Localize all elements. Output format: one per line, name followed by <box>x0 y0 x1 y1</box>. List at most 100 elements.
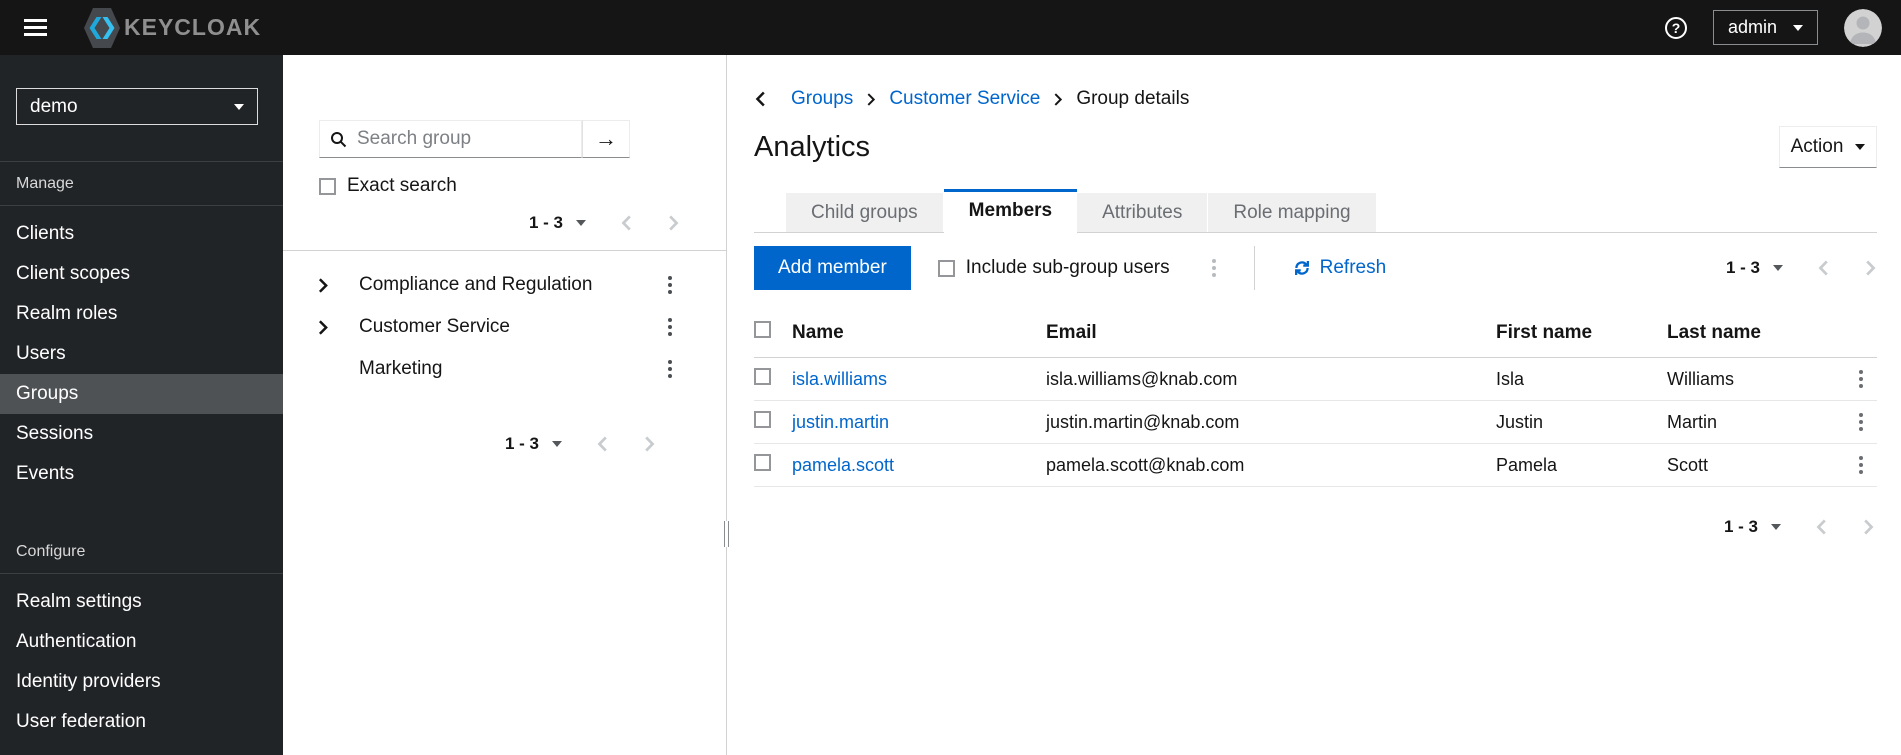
breadcrumb-link-groups[interactable]: Groups <box>791 88 853 110</box>
search-submit-button[interactable]: → <box>582 120 630 158</box>
panel-resize-handle[interactable] <box>721 521 731 547</box>
title-row: Analytics Action <box>754 126 1877 168</box>
expand-chevron-icon[interactable] <box>317 319 337 335</box>
pagination-menu-toggle[interactable] <box>1771 524 1781 530</box>
kebab-menu-icon[interactable] <box>662 272 678 298</box>
sidebar-item-realm-settings[interactable]: Realm settings <box>0 582 283 622</box>
pagination-prev-button[interactable] <box>620 215 633 231</box>
sidebar-item-authentication[interactable]: Authentication <box>0 622 283 662</box>
table-row: justin.martin justin.martin@knab.com Jus… <box>754 400 1877 444</box>
sidebar-item-client-scopes[interactable]: Client scopes <box>0 254 283 294</box>
arrow-right-icon: → <box>595 126 617 151</box>
manage-nav-list: Clients Client scopes Realm roles Users … <box>0 206 283 502</box>
pagination-menu-toggle[interactable] <box>1773 265 1783 271</box>
pagination-next-button[interactable] <box>1864 260 1877 276</box>
chevron-right-icon <box>1053 92 1063 106</box>
chevron-down-icon <box>552 441 562 447</box>
row-checkbox[interactable] <box>754 454 771 471</box>
pagination-next-button[interactable] <box>667 215 680 231</box>
exact-search-checkbox[interactable] <box>319 177 336 195</box>
keycloak-logo[interactable]: KEYCLOAK <box>83 7 261 49</box>
sidebar-item-clients[interactable]: Clients <box>0 214 283 254</box>
group-tree-panel: → Exact search 1 - 3 <box>283 55 731 755</box>
keycloak-logo-icon <box>83 7 121 49</box>
user-menu-dropdown[interactable]: admin <box>1712 10 1818 45</box>
members-table: Name Email First name Last name isla.wil… <box>754 313 1877 487</box>
tree-pagination-top: 1 - 3 <box>319 197 726 235</box>
pagination-menu-toggle[interactable] <box>552 441 562 447</box>
sidebar-item-user-federation[interactable]: User federation <box>0 702 283 742</box>
refresh-button[interactable]: Refresh <box>1293 257 1386 279</box>
members-pagination-top: 1 - 3 <box>1726 258 1877 278</box>
pagination-range: 1 - 3 <box>528 213 563 232</box>
pagination-prev-button[interactable] <box>1815 519 1828 535</box>
sidebar-item-realm-roles[interactable]: Realm roles <box>0 294 283 334</box>
expand-chevron-icon[interactable] <box>317 277 337 293</box>
sidebar-item-events[interactable]: Events <box>0 454 283 494</box>
members-pagination-bottom-row: 1 - 3 <box>754 487 1877 537</box>
member-name-link[interactable]: isla.williams <box>792 369 887 389</box>
kebab-menu-icon[interactable] <box>1853 409 1869 435</box>
tab-role-mapping[interactable]: Role mapping <box>1208 193 1377 232</box>
sidebar-item-identity-providers[interactable]: Identity providers <box>0 662 283 702</box>
kebab-menu-icon[interactable] <box>662 356 678 382</box>
member-email: justin.martin@knab.com <box>1046 400 1496 444</box>
sidebar: demo Manage Clients Client scopes Realm … <box>0 55 283 755</box>
column-header-last-name: Last name <box>1667 313 1833 358</box>
exact-search-row: Exact search <box>319 175 726 197</box>
toolbar-divider <box>1253 246 1255 290</box>
search-input[interactable] <box>355 127 571 151</box>
nav-toggle-button[interactable] <box>20 13 51 42</box>
configure-nav-list: Realm settings Authentication Identity p… <box>0 574 283 750</box>
group-name-link[interactable]: Customer Service <box>359 316 662 338</box>
action-dropdown-button[interactable]: Action <box>1779 126 1877 168</box>
kebab-menu-icon[interactable] <box>1853 366 1869 392</box>
add-member-button[interactable]: Add member <box>754 246 911 290</box>
group-tabs: Child groups Members Attributes Role map… <box>754 189 1877 233</box>
page-title: Analytics <box>754 130 871 163</box>
group-name-link[interactable]: Marketing <box>359 358 662 380</box>
kebab-menu-icon[interactable] <box>1206 255 1222 281</box>
chevron-down-icon <box>1793 24 1803 31</box>
select-all-checkbox[interactable] <box>754 321 771 338</box>
exact-search-label: Exact search <box>347 175 457 196</box>
row-checkbox[interactable] <box>754 411 771 428</box>
group-name-link[interactable]: Compliance and Regulation <box>359 274 662 296</box>
sidebar-item-sessions[interactable]: Sessions <box>0 414 283 454</box>
configure-block: Configure Realm settings Authentication … <box>0 530 283 750</box>
chevron-right-icon <box>866 92 876 106</box>
sidebar-item-groups[interactable]: Groups <box>0 374 283 414</box>
pagination-range: 1 - 3 <box>1723 517 1758 536</box>
pagination-menu-toggle[interactable] <box>576 220 586 226</box>
masthead-right: ? admin <box>1664 8 1882 47</box>
help-icon[interactable]: ? <box>1664 16 1687 39</box>
avatar[interactable] <box>1844 8 1882 47</box>
breadcrumb-current: Group details <box>1076 88 1190 109</box>
pagination-prev-button[interactable] <box>596 436 609 452</box>
breadcrumb: Groups Customer Service Group details <box>754 88 1877 110</box>
search-group: → <box>319 120 630 158</box>
breadcrumb-link-customer-service[interactable]: Customer Service <box>889 88 1040 110</box>
member-email: pamela.scott@knab.com <box>1046 443 1496 487</box>
tab-child-groups[interactable]: Child groups <box>786 193 944 232</box>
chevron-down-icon <box>234 103 244 110</box>
kebab-menu-icon[interactable] <box>662 314 678 340</box>
pagination-next-button[interactable] <box>643 436 656 452</box>
sidebar-item-users[interactable]: Users <box>0 334 283 374</box>
breadcrumb-back-icon[interactable] <box>754 91 767 107</box>
include-subgroup-checkbox[interactable] <box>937 259 955 277</box>
kebab-menu-icon[interactable] <box>1853 452 1869 478</box>
include-subgroup-label: Include sub-group users <box>965 257 1170 278</box>
group-tree-list: Compliance and Regulation Customer Servi… <box>283 251 726 390</box>
member-first-name: Pamela <box>1496 443 1667 487</box>
row-checkbox[interactable] <box>754 368 771 385</box>
tree-pagination-bottom: 1 - 3 <box>283 390 726 454</box>
tab-attributes[interactable]: Attributes <box>1077 193 1209 232</box>
pagination-next-button[interactable] <box>1862 519 1875 535</box>
group-tree-row: Marketing <box>283 348 726 390</box>
pagination-prev-button[interactable] <box>1817 260 1830 276</box>
tab-members[interactable]: Members <box>943 189 1078 233</box>
realm-selector[interactable]: demo <box>16 88 258 125</box>
member-name-link[interactable]: pamela.scott <box>792 455 894 475</box>
member-name-link[interactable]: justin.martin <box>792 412 889 432</box>
